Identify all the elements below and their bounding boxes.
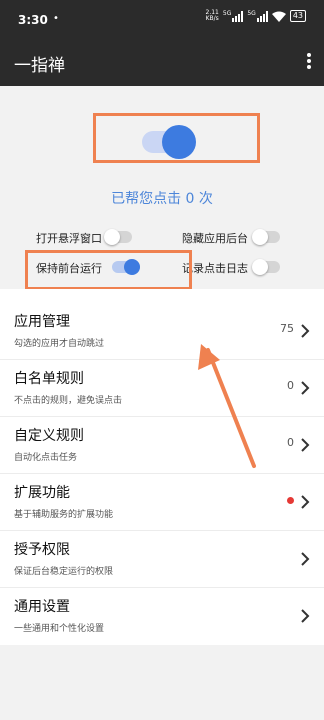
signal-bars-icon [232,10,244,22]
menu-item-whitelist[interactable]: 白名单规则 不点击的规则，避免误点击 0 [0,360,324,417]
more-vertical-icon[interactable] [306,53,312,73]
menu-item-count: 0 [287,379,294,392]
menu-item-custom-rules[interactable]: 自定义规则 自动化点击任务 0 [0,417,324,474]
app-bar: 一指禅 [0,40,324,86]
highlight-box-main-switch [93,113,260,163]
signal-bars-icon [256,10,268,22]
signal-2: 5G [247,9,268,22]
menu-item-title: 通用设置 [14,599,70,615]
app-title: 一指禅 [14,56,65,76]
new-badge-dot [287,497,294,504]
menu-item-extensions[interactable]: 扩展功能 基于辅助服务的扩展功能 [0,474,324,531]
notification-dot-icon: • [53,13,59,24]
menu-item-subtitle: 一些通用和个性化设置 [14,624,105,634]
chevron-right-icon [301,381,310,395]
menu-list: 应用管理 勾选的应用才自动跳过 75 白名单规则 不点击的规则，避免误点击 0 … [0,289,324,645]
floating-window-switch[interactable] [104,229,132,245]
record-log-switch[interactable] [252,259,280,275]
wifi-icon [271,11,286,22]
chevron-right-icon [301,609,310,623]
menu-item-count: 75 [280,322,294,335]
chevron-right-icon [301,495,310,509]
menu-item-app-management[interactable]: 应用管理 勾选的应用才自动跳过 75 [0,303,324,360]
menu-item-subtitle: 勾选的应用才自动跳过 [14,339,105,349]
menu-item-subtitle: 自动化点击任务 [14,453,78,463]
menu-item-title: 自定义规则 [14,428,84,444]
signal-1-label: 5G [222,9,232,17]
menu-item-subtitle: 保证后台稳定运行的权限 [14,567,114,577]
battery-icon: 43 [289,10,306,22]
menu-item-title: 扩展功能 [14,485,70,501]
hide-recents-switch[interactable] [252,229,280,245]
click-count-text: 已帮您点击 0 次 [111,191,213,207]
highlight-box-keep-foreground [25,250,192,290]
menu-item-title: 授予权限 [14,542,70,558]
chevron-right-icon [301,438,310,452]
floating-window-label: 打开悬浮窗口 [36,232,102,245]
menu-item-general-settings[interactable]: 通用设置 一些通用和个性化设置 [0,588,324,644]
status-time: 3:30 [18,13,48,27]
signal-1: 5G [222,9,244,22]
menu-item-subtitle: 不点击的规则，避免误点击 [14,396,123,406]
status-bar: 3:30 • 2.11 KB/s 5G 5G 43 [0,0,324,40]
network-speed-unit: KB/s [205,15,219,22]
status-icons: 2.11 KB/s 5G 5G 43 [206,10,306,22]
menu-item-title: 应用管理 [14,314,70,330]
chevron-right-icon [301,552,310,566]
menu-item-subtitle: 基于辅助服务的扩展功能 [14,510,114,520]
menu-item-count: 0 [287,436,294,449]
menu-item-title: 白名单规则 [14,371,84,387]
menu-item-permissions[interactable]: 授予权限 保证后台稳定运行的权限 [0,531,324,588]
hide-recents-label: 隐藏应用后台 [182,232,248,245]
chevron-right-icon [301,324,310,338]
network-speed: 2.11 KB/s [206,10,219,22]
signal-2-label: 5G [247,9,256,17]
